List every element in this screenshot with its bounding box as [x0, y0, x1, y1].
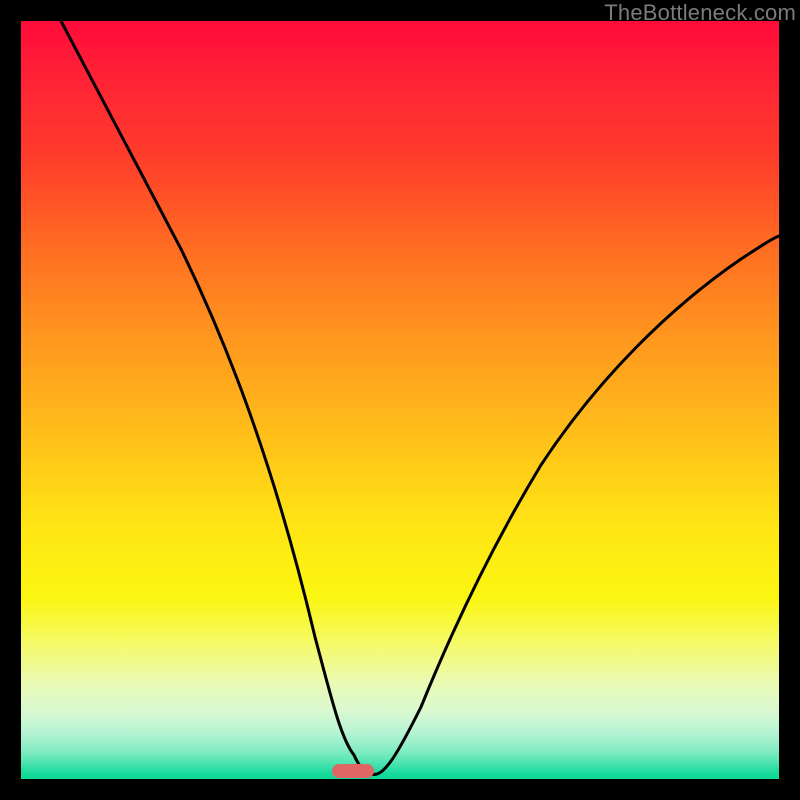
chart-plot-area: [21, 21, 779, 779]
bottleneck-marker-pill: [332, 764, 374, 778]
watermark-text: TheBottleneck.com: [604, 0, 796, 26]
bottleneck-curve-path: [61, 21, 779, 774]
chart-svg: [21, 21, 779, 779]
chart-curve-layer: [21, 21, 779, 779]
